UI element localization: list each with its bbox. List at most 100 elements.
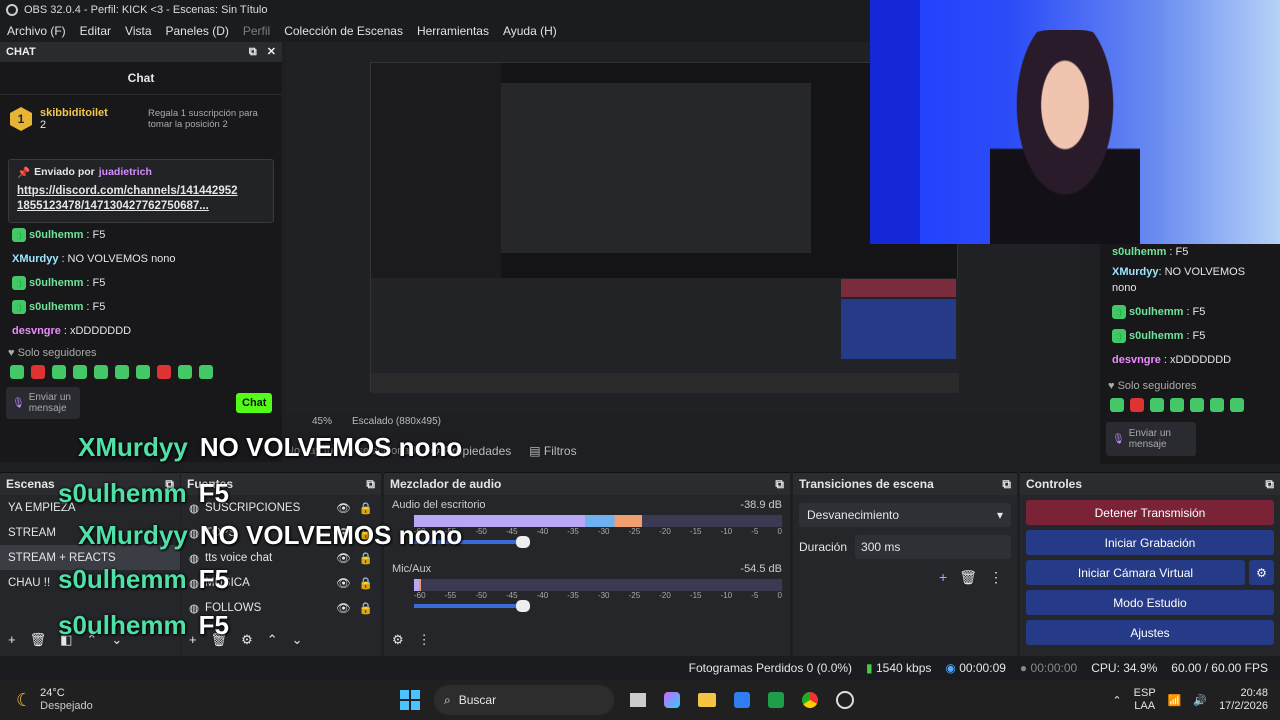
- meter-tick: -45: [505, 527, 518, 536]
- float-icon[interactable]: ⧉: [249, 46, 257, 58]
- meter-tick: 0: [777, 527, 782, 536]
- add-icon[interactable]: +: [939, 569, 947, 586]
- add-icon[interactable]: +: [8, 632, 16, 648]
- start-icon[interactable]: [400, 690, 420, 710]
- lock-icon[interactable]: 🔒: [359, 601, 373, 615]
- float-icon[interactable]: ⧉: [1002, 477, 1011, 492]
- scale-label[interactable]: Escalado (880x495): [352, 416, 441, 427]
- menu-dots-icon[interactable]: ⋮: [418, 632, 431, 648]
- lock-icon[interactable]: 🔒: [359, 551, 373, 565]
- stop-streaming-button[interactable]: Detener Transmisión: [1026, 500, 1274, 525]
- eye-icon[interactable]: 👁: [336, 576, 351, 590]
- chrome-icon[interactable]: [802, 692, 818, 708]
- taskview-icon[interactable]: [630, 693, 646, 707]
- trash-icon[interactable]: 🗑: [959, 569, 977, 586]
- up-icon[interactable]: ⌃: [267, 632, 278, 648]
- bitrate: ▮ 1540 kbps: [866, 661, 932, 675]
- trash-icon[interactable]: 🗑: [30, 632, 47, 648]
- chat-send-button[interactable]: Chat: [236, 393, 273, 413]
- studio-mode-button[interactable]: Modo Estudio: [1026, 590, 1274, 615]
- menu-dots-icon[interactable]: ⋮: [989, 569, 1003, 586]
- duration-label: Duración: [799, 540, 848, 554]
- meter-tick: -25: [628, 527, 641, 536]
- close-icon[interactable]: ✕: [267, 46, 276, 58]
- menu-docks[interactable]: Paneles (D): [159, 24, 236, 38]
- spreadsheet-icon[interactable]: [768, 692, 784, 708]
- wifi-icon[interactable]: 📶: [1168, 694, 1182, 707]
- menu-tools[interactable]: Herramientas: [410, 24, 496, 38]
- slider-handle[interactable]: [516, 536, 530, 548]
- filters-button[interactable]: ▤ Filtros: [529, 444, 576, 458]
- chevron-down-icon: ▾: [996, 508, 1003, 522]
- menu-profile[interactable]: Perfil: [236, 24, 277, 38]
- clock[interactable]: 20:48 17/2/2026: [1219, 687, 1268, 713]
- menu-file[interactable]: Archivo (F): [0, 24, 73, 38]
- meter-tick: -60: [414, 591, 426, 600]
- slider-handle[interactable]: [516, 600, 530, 612]
- copilot-icon[interactable]: [664, 692, 680, 708]
- weather-widget[interactable]: ☾ 24°C Despejado: [0, 687, 400, 713]
- float-icon[interactable]: ⧉: [775, 477, 784, 492]
- app-icon[interactable]: [734, 692, 750, 708]
- menu-scene-collection[interactable]: Colección de Escenas: [277, 24, 410, 38]
- mixer-channel: Mic/Aux -54.5 dB -60 -55 -50 -45 -40 -35 -30 -25-…: [384, 559, 790, 623]
- volume-slider[interactable]: [414, 600, 530, 612]
- crown-badge-icon: 1: [10, 107, 32, 131]
- menu-edit[interactable]: Editar: [73, 24, 118, 38]
- duration-input[interactable]: 300 ms: [855, 535, 1011, 559]
- start-recording-button[interactable]: Iniciar Grabación: [1026, 530, 1274, 555]
- obs-icon: [6, 4, 18, 16]
- settings-button[interactable]: Ajustes: [1026, 620, 1274, 645]
- folder-icon[interactable]: [698, 693, 716, 707]
- mic-icon[interactable]: 🎙: [12, 398, 25, 409]
- meter-ticks: -60 -55 -50 -45 -40 -35 -30 -25 -20 -15 -10 -5 0: [414, 591, 782, 600]
- gear-icon[interactable]: ⚙: [1249, 560, 1274, 585]
- chat-input[interactable]: 🎙 Enviar un mensaje: [6, 387, 80, 419]
- streamer-figure: [990, 30, 1140, 244]
- chat-header: Chat: [0, 62, 282, 95]
- meter-ticks: -60 -55 -50 -45 -40 -35 -30 -25 -20 -15 -10 -5 0: [414, 527, 782, 536]
- volume-icon[interactable]: 🔊: [1193, 694, 1207, 707]
- audio-mixer-dock: Mezclador de audio ⧉ Audio del escritorio…: [384, 472, 790, 656]
- float-icon[interactable]: ⧉: [1265, 477, 1274, 492]
- obs-icon[interactable]: [836, 691, 854, 709]
- transition-select[interactable]: Desvanecimiento ▾: [799, 503, 1011, 527]
- mic-icon[interactable]: 🎙: [1112, 434, 1125, 445]
- lock-icon[interactable]: 🔒: [359, 501, 373, 515]
- emote-bar[interactable]: [1100, 396, 1280, 414]
- eye-icon[interactable]: 👁: [336, 551, 351, 565]
- chat-message: :) s0ulhemm: F5: [1100, 300, 1280, 324]
- meter-tick: -30: [597, 591, 610, 600]
- gear-icon[interactable]: ⚙: [392, 632, 404, 648]
- chat-input[interactable]: 🎙 Enviar un mensaje: [1106, 422, 1196, 456]
- eye-icon[interactable]: 👁: [336, 601, 351, 615]
- chat-message: XMurdyy: NO VOLVEMOS nono: [12, 253, 176, 265]
- taskbar: ☾ 24°C Despejado ⌕ Buscar ⌃ ESP LAA 📶 🔊 20:…: [0, 680, 1280, 720]
- cpu-usage: CPU: 34.9%: [1091, 661, 1158, 675]
- dropped-frames: Fotogramas Perdidos 0 (0.0%): [688, 661, 853, 675]
- emote-bar[interactable]: [0, 363, 282, 381]
- pin-icon: 📌: [17, 167, 31, 179]
- chat-message: :) s0ulhemm: F5: [1100, 324, 1280, 348]
- overlay-chat-message: s0ulhemm F5: [58, 564, 229, 595]
- lock-icon[interactable]: 🔒: [359, 576, 373, 590]
- chat-dock-header: CHAT ⧉ ✕: [0, 42, 282, 62]
- menu-help[interactable]: Ayuda (H): [496, 24, 564, 38]
- meter-tick: -15: [689, 527, 702, 536]
- down-icon[interactable]: ⌄: [292, 632, 303, 648]
- float-icon[interactable]: ⧉: [366, 477, 375, 492]
- source-icon: ◍: [189, 552, 200, 565]
- volume-meter: [414, 515, 782, 527]
- language-indicator[interactable]: ESP LAA: [1134, 687, 1156, 713]
- zoom-level[interactable]: 45%: [312, 416, 332, 427]
- gear-icon[interactable]: ⚙: [241, 632, 253, 648]
- chevron-up-icon[interactable]: ⌃: [1112, 694, 1121, 707]
- search-icon: ⌕: [444, 692, 451, 707]
- chat-messages: :) s0ulhemm: F5 XMurdyy: NO VOLVEMOS nono…: [0, 223, 282, 343]
- menu-view[interactable]: Vista: [118, 24, 158, 38]
- eye-icon[interactable]: 👁: [336, 501, 351, 515]
- virtual-camera-button[interactable]: Iniciar Cámara Virtual: [1026, 560, 1245, 585]
- chat-message: :) s0ulhemm: F5: [0, 271, 282, 295]
- pinned-link[interactable]: https://discord.com/channels/14144295218…: [17, 184, 242, 214]
- taskbar-search[interactable]: ⌕ Buscar: [434, 685, 614, 715]
